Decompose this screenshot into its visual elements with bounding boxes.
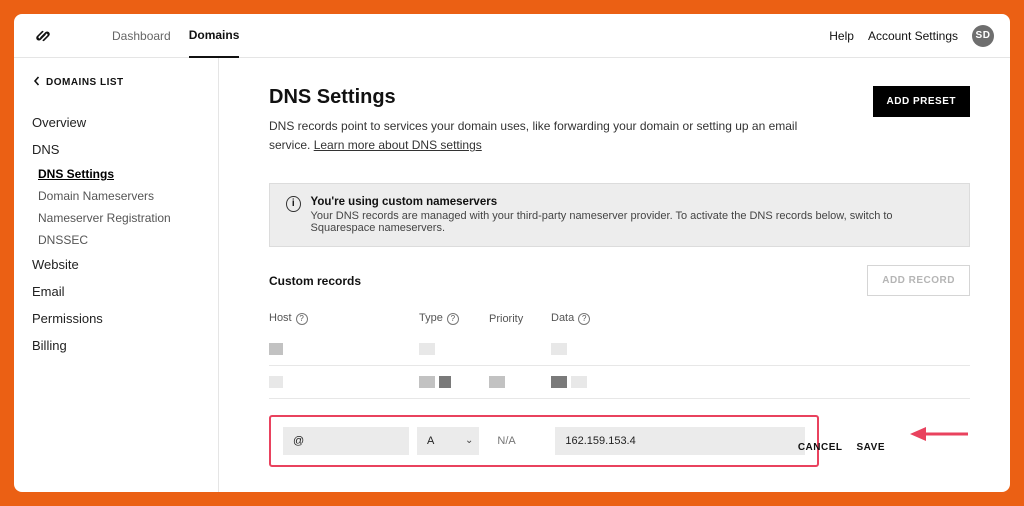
table-row bbox=[269, 333, 970, 366]
page-description: DNS records point to services your domai… bbox=[269, 117, 829, 155]
col-priority-label: Priority bbox=[489, 313, 523, 325]
topbar: Dashboard Domains Help Account Settings … bbox=[14, 14, 1010, 58]
info-icon: i bbox=[286, 196, 301, 212]
main-content: DNS Settings DNS records point to servic… bbox=[219, 58, 1010, 492]
top-nav: Dashboard Domains bbox=[112, 14, 239, 58]
custom-nameservers-notice: i You're using custom nameservers Your D… bbox=[269, 183, 970, 247]
sidebar-item-email[interactable]: Email bbox=[32, 278, 204, 305]
record-priority-input bbox=[487, 427, 547, 455]
records-table: Host? Type? Priority Data? bbox=[269, 308, 970, 399]
col-type-label: Type bbox=[419, 312, 443, 324]
col-host-label: Host bbox=[269, 312, 292, 324]
notice-body: Your DNS records are managed with your t… bbox=[311, 210, 954, 234]
record-row-actions: CANCEL SAVE bbox=[798, 442, 885, 453]
col-data-label: Data bbox=[551, 312, 574, 324]
sidebar-item-domain-nameservers[interactable]: Domain Nameservers bbox=[38, 185, 204, 207]
app-frame: Dashboard Domains Help Account Settings … bbox=[14, 14, 1010, 492]
new-record-row: ⌄ bbox=[269, 415, 819, 467]
add-record-button[interactable]: ADD RECORD bbox=[867, 265, 970, 296]
custom-records-label: Custom records bbox=[269, 274, 361, 288]
sidebar-item-permissions[interactable]: Permissions bbox=[32, 305, 204, 332]
sidebar-item-dnssec[interactable]: DNSSEC bbox=[38, 229, 204, 251]
account-settings-link[interactable]: Account Settings bbox=[868, 29, 958, 43]
table-header: Host? Type? Priority Data? bbox=[269, 308, 970, 333]
record-data-input[interactable] bbox=[555, 427, 805, 455]
record-host-input[interactable] bbox=[283, 427, 409, 455]
tab-domains[interactable]: Domains bbox=[189, 28, 240, 58]
sidebar: DOMAINS LIST Overview DNS DNS Settings D… bbox=[14, 58, 219, 492]
sidebar-item-dns-settings[interactable]: DNS Settings bbox=[38, 163, 204, 185]
learn-more-link[interactable]: Learn more about DNS settings bbox=[314, 138, 482, 152]
record-type-value[interactable] bbox=[417, 427, 459, 455]
notice-title: You're using custom nameservers bbox=[311, 196, 954, 208]
avatar[interactable]: SD bbox=[972, 25, 994, 47]
back-domains-list[interactable]: DOMAINS LIST bbox=[32, 76, 204, 89]
chevron-left-icon bbox=[32, 76, 42, 89]
record-type-select[interactable]: ⌄ bbox=[417, 427, 479, 455]
sidebar-item-overview[interactable]: Overview bbox=[32, 109, 204, 136]
cancel-button[interactable]: CANCEL bbox=[798, 442, 843, 453]
table-row bbox=[269, 366, 970, 399]
tab-dashboard[interactable]: Dashboard bbox=[112, 29, 171, 57]
help-icon[interactable]: ? bbox=[296, 313, 308, 325]
help-icon[interactable]: ? bbox=[578, 313, 590, 325]
sidebar-item-dns[interactable]: DNS bbox=[32, 136, 204, 163]
help-icon[interactable]: ? bbox=[447, 313, 459, 325]
help-link[interactable]: Help bbox=[829, 29, 854, 43]
annotation-arrow-icon bbox=[910, 423, 970, 445]
save-button[interactable]: SAVE bbox=[857, 442, 886, 453]
sidebar-item-nameserver-registration[interactable]: Nameserver Registration bbox=[38, 207, 204, 229]
page-title: DNS Settings bbox=[269, 86, 829, 109]
back-domains-list-label: DOMAINS LIST bbox=[46, 77, 124, 88]
sidebar-item-website[interactable]: Website bbox=[32, 251, 204, 278]
add-preset-button[interactable]: ADD PRESET bbox=[873, 86, 970, 117]
chevron-down-icon: ⌄ bbox=[459, 435, 479, 446]
squarespace-logo-icon bbox=[34, 27, 52, 45]
sidebar-item-billing[interactable]: Billing bbox=[32, 332, 204, 359]
